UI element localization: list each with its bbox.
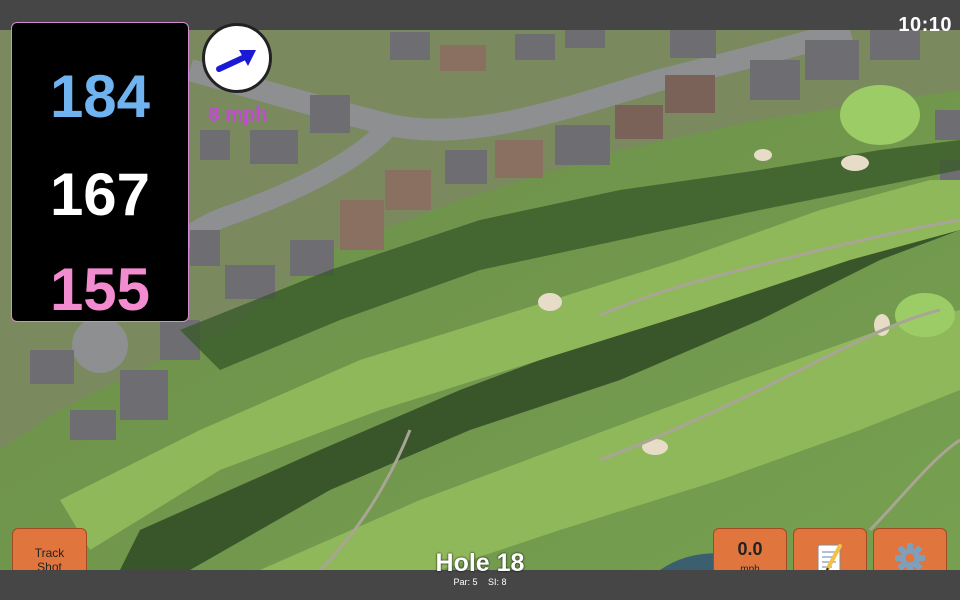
distance-front: 155 [49, 256, 151, 323]
hole-stroke-index: SI: 8 [488, 577, 507, 587]
status-clock: 10:10 [898, 14, 952, 36]
distance-panel: 184 167 155 [11, 22, 189, 322]
distance-middle: 167 [49, 161, 151, 228]
wind-speed-label: 8 mph [208, 104, 268, 126]
wind-arrow-icon [216, 50, 256, 72]
hole-title: Hole 18 [435, 549, 525, 577]
hole-par: Par: 5 [453, 577, 478, 587]
hole-info: Par: 5 SI: 8 [380, 577, 580, 587]
wind-indicator [202, 23, 272, 93]
speed-value: 0.0 [737, 539, 763, 559]
distance-back: 184 [49, 63, 151, 130]
